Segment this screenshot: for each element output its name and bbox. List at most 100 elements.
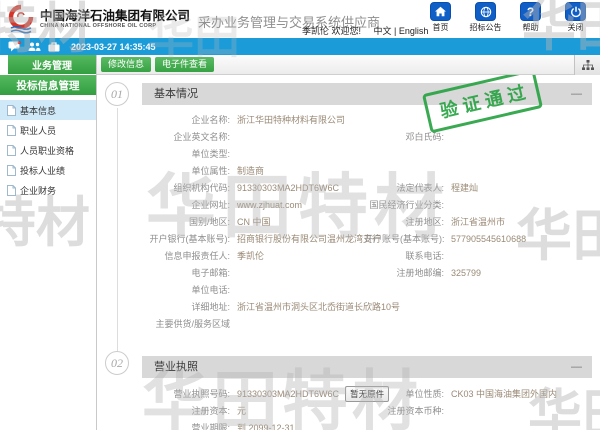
field-value: 325799 [444,268,592,278]
field-value: 浙江华田特种材料有限公司 [230,113,364,126]
content-area: 修改信息 电子件查看 01 02 验证通过 基本情况 — 企业名称:浙江华田特种… [97,55,600,430]
form-row: 企业网址:www.zjhuat.com国民经济行业分类: [142,196,592,213]
field-label: 单位属性: [142,164,230,177]
field-label: 国别/地区: [142,215,230,228]
collapse-icon[interactable]: — [571,83,582,105]
form-row: 主要供货/服务区域 [142,315,592,332]
help-icon: ? [520,2,541,21]
doc-icon [7,105,16,116]
field-value: 577905545610688 [444,234,592,244]
field-value: 浙江省温州市 [444,215,592,228]
field-label: 单位电话: [142,283,230,296]
field-label: 营业执照号码: [142,387,230,400]
field-value: 招商银行股份有限公司温州龙湾支行 [230,232,364,245]
sidebar-item-bidder-performance[interactable]: 投标人业绩 [0,160,96,180]
sitemap-icon[interactable] [574,55,600,75]
company-name-en: CHINA NATIONAL OFFSHORE OIL CORP [40,23,190,29]
main-area: 业务管理 投标信息管理 基本信息 职业人员 人员职业资格 投标人业绩 企业财务 [0,55,600,430]
sidebar-item-label: 投标人业绩 [20,164,65,177]
field-value: CK03 中国海油集团外国内 [444,387,592,400]
field-value: www.zjhuat.com [230,200,364,210]
sidebar-item-label: 职业人员 [20,124,56,137]
form-row: 详细地址:浙江省温州市洞头区北岙街道长欣路10号 [142,298,592,315]
nav-home-label: 首页 [418,22,463,33]
form-row: 营业执照号码: 91330303MA2HDT6W6C暂无原件 单位性质: CK0… [142,385,592,402]
field-value: 浙江省温州市洞头区北岙街道长欣路10号 [230,300,364,313]
sidebar-item-staff-qualifications[interactable]: 人员职业资格 [0,140,96,160]
form-row: 信息申报责任人:季凯伦联系电话: [142,247,592,264]
timeline-line [117,108,118,355]
collapse-icon[interactable]: — [571,356,582,378]
field-label: 组织机构代码: [142,181,230,194]
field-value: 到 2099-12-31 [230,421,364,430]
section-number-badge: 01 [105,82,129,106]
sidebar-item-label: 企业财务 [20,184,56,197]
section-title: 基本情况 [154,88,198,100]
nav-home-button[interactable]: 首页 [418,2,463,33]
form-row: 组织机构代码:91330303MA2HDT6W6C法定代表人:程建灿 [142,179,592,196]
field-label: 信息申报责任人: [142,249,230,262]
user-bar: 季凯伦 欢迎您! 中文 | English [302,24,428,37]
home-icon [430,2,451,21]
form-row: 营业期限:到 2099-12-31 [142,419,592,430]
sidebar: 业务管理 投标信息管理 基本信息 职业人员 人员职业资格 投标人业绩 企业财务 [0,55,97,430]
modify-info-button[interactable]: 修改信息 [101,57,151,72]
doc-icon [7,125,16,136]
field-value: 制造商 [230,164,364,177]
content-toolbar: 修改信息 电子件查看 [97,55,600,75]
nav-bid-announcement-label: 招标公告 [463,22,508,33]
field-label: 单位类型: [142,147,230,160]
section-number-badge: 02 [105,351,129,375]
field-label: 注册地邮编: [364,266,444,279]
sidebar-group-bid-info-mgmt[interactable]: 投标信息管理 [0,75,96,95]
message-icon[interactable] [8,41,21,52]
sidebar-item-label: 人员职业资格 [20,144,74,157]
field-value: 季凯伦 [230,249,364,262]
form-row: 开户银行(基本账号):招商银行股份有限公司温州龙湾支行开户账号(基本账号):57… [142,230,592,247]
nav-help-button[interactable]: ? 帮助 [508,2,553,33]
nav-help-label: 帮助 [508,22,553,33]
sidebar-item-label: 基本信息 [20,104,56,117]
nav-close-button[interactable]: 关闭 [553,2,598,33]
field-label: 电子邮箱: [142,266,230,279]
doc-icon [7,145,16,156]
form-row: 单位属性:制造商 [142,162,592,179]
field-label: 开户银行(基本账号): [142,232,230,245]
form-row: 国别/地区:CN 中国注册地区:浙江省温州市 [142,213,592,230]
doc-icon [7,165,16,176]
sidebar-menu: 基本信息 职业人员 人员职业资格 投标人业绩 企业财务 [0,100,96,200]
welcome-text: 季凯伦 欢迎您! [302,26,361,36]
section-header-business-license: 营业执照 — [142,356,592,378]
globe-icon [475,2,496,21]
field-label: 法定代表人: [364,181,444,194]
field-label: 注册地区: [364,215,444,228]
sidebar-group-business-mgmt[interactable]: 业务管理 [8,55,96,74]
field-label: 注册资本: [142,404,230,417]
field-value: 程建灿 [444,181,592,194]
electronic-file-view-button[interactable]: 电子件查看 [155,57,214,72]
business-license-form: 营业执照号码: 91330303MA2HDT6W6C暂无原件 单位性质: CK0… [142,385,592,430]
power-icon [565,2,586,21]
company-name-cn: 中国海洋石油集团有限公司 [40,10,190,23]
cnooc-logo-icon [6,4,36,34]
form-row: 单位电话: [142,281,592,298]
datetime-text: 2023-03-27 14:35:45 [71,42,156,52]
sidebar-item-occupational-staff[interactable]: 职业人员 [0,120,96,140]
sidebar-item-enterprise-finance[interactable]: 企业财务 [0,180,96,200]
field-label: 注册资本币种: [364,404,444,417]
nav-bid-announcement-button[interactable]: 招标公告 [463,2,508,33]
sidebar-item-basic-info[interactable]: 基本信息 [0,100,96,120]
users-icon[interactable] [28,42,41,52]
field-value: 91330303MA2HDT6W6C [230,183,364,193]
field-label: 企业英文名称: [142,130,230,143]
field-label: 企业网址: [142,198,230,211]
section-title: 营业执照 [154,361,198,373]
form-row: 电子邮箱: 注册地邮编:325799 [142,264,592,281]
field-label: 主要供货/服务区域 [142,317,230,330]
briefcase-icon[interactable] [48,42,60,52]
field-label: 国民经济行业分类: [364,198,444,211]
form-row: 企业英文名称:邓白氏码: [142,128,592,145]
status-bar: 2023-03-27 14:35:45 [0,38,600,55]
company-logo-text: 中国海洋石油集团有限公司 CHINA NATIONAL OFFSHORE OIL… [40,10,190,29]
field-value: CN 中国 [230,215,364,228]
